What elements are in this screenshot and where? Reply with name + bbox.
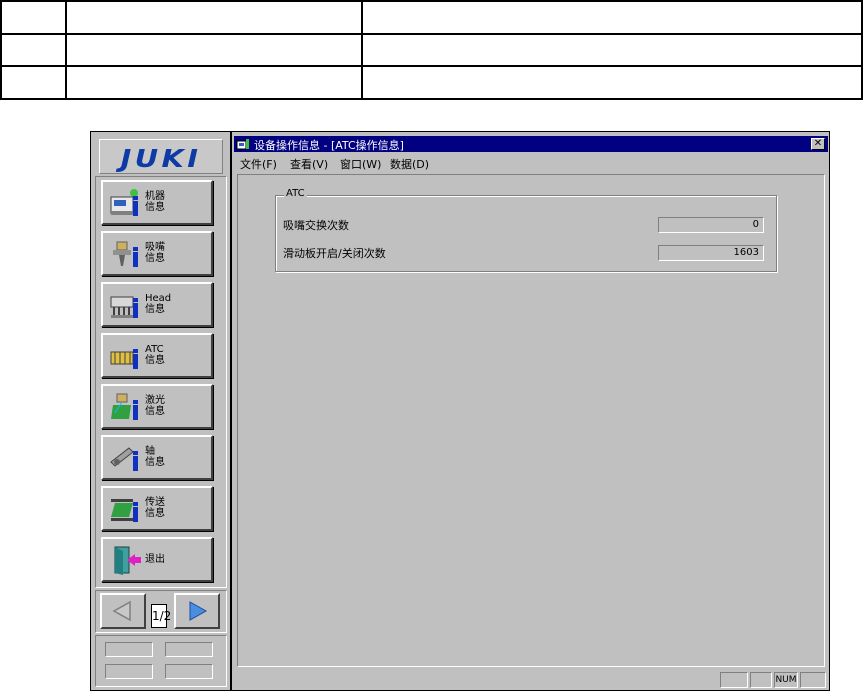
machine-info-button[interactable]: 机器 信息 xyxy=(101,180,213,225)
exit-door-icon xyxy=(114,546,141,575)
page-indicator: 1/2 xyxy=(151,604,171,628)
status-cell xyxy=(105,664,153,679)
left-panel: JUKI 机器 信息 吸嘴 信息 Head 信息 ATC 信息 激光 信息 轴 … xyxy=(91,132,232,690)
slide-plate-value: 1603 xyxy=(658,245,764,261)
group-title: ATC xyxy=(284,188,307,199)
document-table xyxy=(0,0,863,100)
atc-info-button[interactable]: ATC 信息 xyxy=(101,333,213,378)
menu-view[interactable]: 查看(V) xyxy=(290,156,328,172)
application-window: JUKI 机器 信息 吸嘴 信息 Head 信息 ATC 信息 激光 信息 轴 … xyxy=(90,131,830,691)
slide-plate-label: 滑动板开启/关闭次数 xyxy=(283,247,386,260)
menu-bar: 文件(F) 查看(V) 窗口(W) 数据(D) xyxy=(234,153,828,171)
title-bar: 设备操作信息 - [ATC操作信息] ✕ xyxy=(234,136,828,152)
status-cell xyxy=(720,672,748,688)
machine-info-icon xyxy=(110,189,138,216)
close-button[interactable]: ✕ xyxy=(811,138,825,150)
status-cell xyxy=(165,664,213,679)
menu-file[interactable]: 文件(F) xyxy=(240,156,277,172)
num-lock-indicator: NUM xyxy=(774,672,798,688)
axis-info-button[interactable]: 轴 信息 xyxy=(101,435,213,480)
status-bar: NUM xyxy=(234,670,828,689)
menu-label: 传送 信息 xyxy=(145,497,165,519)
menu-label: 退出 xyxy=(145,554,165,565)
menu-label: 激光 信息 xyxy=(145,395,165,417)
conveyor-info-button[interactable]: 传送 信息 xyxy=(101,486,213,531)
window-title: 设备操作信息 - [ATC操作信息] xyxy=(254,139,404,152)
laser-info-button[interactable]: 激光 信息 xyxy=(101,384,213,429)
conveyor-info-icon xyxy=(111,499,138,522)
menu-label: 机器 信息 xyxy=(145,191,165,213)
head-info-icon xyxy=(110,296,138,318)
status-cell xyxy=(165,642,213,657)
menu-label: Head 信息 xyxy=(145,293,172,315)
arrow-left-icon xyxy=(112,600,131,622)
atc-groupbox: ATC 吸嘴交换次数 0 滑动板开启/关闭次数 1603 xyxy=(275,188,777,272)
bottom-status-cells xyxy=(95,635,227,687)
pager: 1/2 xyxy=(95,590,227,633)
table-row xyxy=(0,32,863,68)
app-window-icon xyxy=(236,139,249,150)
status-cell xyxy=(105,642,153,657)
menu-data[interactable]: 数据(D) xyxy=(390,156,429,172)
next-page-button[interactable] xyxy=(174,593,220,629)
nozzle-exchange-label: 吸嘴交换次数 xyxy=(283,219,349,232)
nozzle-info-button[interactable]: 吸嘴 信息 xyxy=(101,231,213,276)
status-cell xyxy=(800,672,826,688)
table-row xyxy=(0,0,863,35)
exit-button[interactable]: 退出 xyxy=(101,537,213,582)
axis-info-icon xyxy=(110,447,138,471)
menu-window[interactable]: 窗口(W) xyxy=(340,156,381,172)
status-cell xyxy=(750,672,772,688)
table-row xyxy=(0,65,863,100)
menu-label: 吸嘴 信息 xyxy=(145,242,165,264)
menu-label: ATC 信息 xyxy=(145,344,165,366)
juki-logo: JUKI xyxy=(120,144,202,173)
atc-info-icon xyxy=(110,349,138,369)
menu-label: 轴 信息 xyxy=(145,446,165,468)
head-info-button[interactable]: Head 信息 xyxy=(101,282,213,327)
laser-info-icon xyxy=(111,393,138,420)
nozzle-exchange-value: 0 xyxy=(658,217,764,233)
nozzle-info-icon xyxy=(113,241,138,267)
prev-page-button[interactable] xyxy=(100,593,146,629)
arrow-right-icon xyxy=(189,601,208,621)
client-area: ATC 吸嘴交换次数 0 滑动板开启/关闭次数 1603 xyxy=(237,174,825,667)
logo-box: JUKI xyxy=(99,139,223,174)
